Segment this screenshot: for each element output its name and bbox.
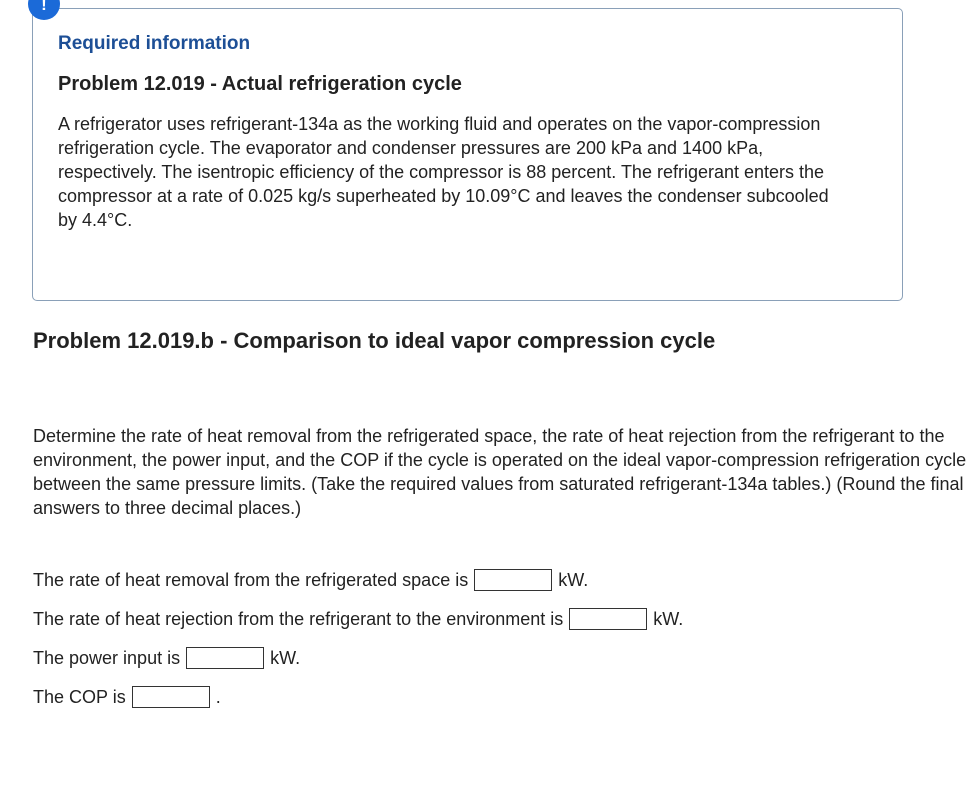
part-title: Problem 12.019.b - Comparison to ideal v… [33,328,716,353]
heat-rejection-input[interactable] [569,608,648,630]
question-text: Determine the rate of heat removal from … [33,426,967,518]
answer-row-heat-removal: The rate of heat removal from the refrig… [33,569,588,591]
required-information-heading: Required information [58,33,251,54]
page: ! Required information Problem 12.019 - … [0,0,979,786]
answer-prefix: The rate of heat rejection from the refr… [33,608,564,629]
problem-statement: A refrigerator uses refrigerant-134a as … [58,114,829,230]
cop-input[interactable] [131,686,210,708]
answer-row-heat-rejection: The rate of heat rejection from the refr… [33,608,683,630]
answer-unit: . [215,686,221,707]
problem-title: Problem 12.019 - Actual refrigeration cy… [58,73,462,95]
answer-row-cop: The COP is . [33,686,221,708]
answer-prefix: The rate of heat removal from the refrig… [33,569,469,590]
heat-removal-input[interactable] [474,569,553,591]
answer-unit: kW. [558,569,589,590]
answer-prefix: The COP is [33,686,126,707]
answer-prefix: The power input is [33,647,181,668]
power-input-input[interactable] [186,647,265,669]
answer-unit: kW. [270,647,301,668]
answer-row-power-input: The power input is kW. [33,647,300,669]
answer-unit: kW. [653,608,684,629]
